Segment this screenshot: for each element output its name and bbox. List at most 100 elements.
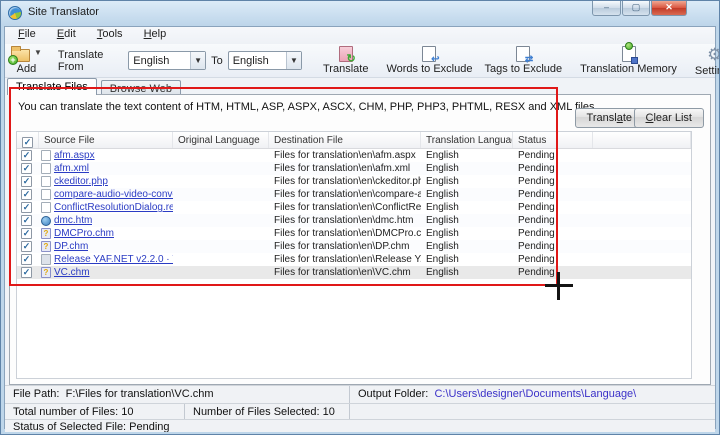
maximize-button[interactable]: ▢ (622, 1, 650, 16)
translation-language-cell: English (421, 266, 513, 279)
translation-memory-button[interactable]: Translation Memory (574, 44, 683, 77)
row-checkbox[interactable]: ✓ (21, 189, 32, 200)
header-status[interactable]: Status (513, 132, 593, 148)
source-file-link[interactable]: ConflictResolutionDialog.resx (54, 201, 173, 214)
status-bar-paths: File Path: F:\Files for translation\VC.c… (5, 385, 715, 403)
translate-from-select[interactable]: English ▼ (128, 51, 206, 70)
clear-list-button[interactable]: Clear List (634, 108, 704, 128)
original-language-cell (173, 253, 269, 266)
row-checkbox[interactable]: ✓ (21, 254, 32, 265)
translate-icon: ↻ (339, 46, 353, 62)
window-title: Site Translator (28, 6, 99, 18)
add-button[interactable]: + ▼ Add (5, 44, 48, 77)
source-file-link[interactable]: afm.xml (54, 162, 89, 175)
tags-to-exclude-button[interactable]: ⇄ Tags to Exclude (478, 44, 568, 77)
tab-translate-files[interactable]: Translate Files (7, 78, 97, 95)
counts-filler-cell (350, 404, 715, 419)
status-cell: Pending (513, 175, 593, 188)
menu-tools[interactable]: Tools (88, 27, 132, 40)
source-file-link[interactable]: afm.aspx (54, 149, 95, 162)
table-row[interactable]: ✓?VC.chmFiles for translation\en\VC.chmE… (17, 266, 691, 279)
source-file-link[interactable]: VC.chm (54, 266, 90, 279)
file-path-label: File Path: (13, 388, 59, 400)
select-all-checkbox[interactable]: ✓ (22, 137, 33, 148)
selected-file-status: Status of Selected File: Pending (5, 420, 715, 432)
translation-memory-label: Translation Memory (580, 63, 677, 75)
table-row[interactable]: ✓?DMCPro.chmFiles for translation\en\DMC… (17, 227, 691, 240)
table-row[interactable]: ✓ afm.xml Files for translation\en\afm.xml… (17, 162, 691, 175)
translation-language-cell: English (421, 188, 513, 201)
menu-file[interactable]: File (9, 27, 45, 40)
destination-file-cell: Files for translation\en\dmc.htm (269, 214, 421, 227)
translate-toolbar-button[interactable]: ↻ Translate (317, 44, 374, 77)
translation-language-cell: English (421, 227, 513, 240)
settings-button[interactable]: ⚙ Settings (689, 44, 720, 77)
menu-help[interactable]: Help (135, 27, 176, 40)
table-row[interactable]: ✓afm.aspxFiles for translation\en\afm.as… (17, 149, 691, 162)
gear-icon: ⚙ (707, 46, 720, 64)
destination-file-cell: Files for translation\en\compare-a... (269, 188, 421, 201)
info-text: You can translate the text content of HT… (18, 101, 598, 113)
output-folder-label: Output Folder: (358, 388, 428, 400)
words-to-exclude-button[interactable]: ↩ Words to Exclude (380, 44, 478, 77)
file-path-cell: File Path: F:\Files for translation\VC.c… (5, 386, 350, 403)
source-file-link[interactable]: Release YAF.NET v2.2.0 · YAFNET... (54, 253, 173, 266)
original-language-cell (173, 227, 269, 240)
header-checkbox-cell[interactable]: ✓ (17, 132, 39, 148)
translate-from-label: Translate From (58, 49, 123, 73)
destination-file-cell: Files for translation\en\afm.xml (269, 162, 421, 175)
original-language-cell (173, 240, 269, 253)
row-checkbox[interactable]: ✓ (21, 176, 32, 187)
source-file-link[interactable]: DP.chm (54, 240, 88, 253)
translation-memory-icon (622, 46, 636, 62)
destination-file-cell: Files for translation\en\Release Y... (269, 253, 421, 266)
menu-bar: File Edit Tools Help (5, 27, 715, 44)
table-row[interactable]: ✓?DP.chmFiles for translation\en\DP.chmE… (17, 240, 691, 253)
table-row[interactable]: ✓ compare-audio-video-converters.as... Fil… (17, 188, 691, 201)
source-file-link[interactable]: dmc.htm (54, 214, 92, 227)
original-language-cell (173, 149, 269, 162)
row-checkbox[interactable]: ✓ (21, 267, 32, 278)
file-type-icon: ? (41, 228, 51, 239)
total-files-cell: Total number of Files: 10 (5, 404, 185, 419)
header-destination-file[interactable]: Destination File (269, 132, 421, 148)
header-translation-language[interactable]: Translation Language (421, 132, 513, 148)
close-button[interactable]: ✕ (651, 1, 687, 16)
menu-edit[interactable]: Edit (48, 27, 85, 40)
original-language-cell (173, 266, 269, 279)
status-bar-counts: Total number of Files: 10 Number of File… (5, 403, 715, 419)
translation-language-cell: English (421, 162, 513, 175)
file-list: ✓ Source File Original Language Destinat… (16, 131, 692, 379)
row-checkbox[interactable]: ✓ (21, 241, 32, 252)
source-file-link[interactable]: DMCPro.chm (54, 227, 114, 240)
translation-language-cell: English (421, 149, 513, 162)
row-checkbox[interactable]: ✓ (21, 202, 32, 213)
words-to-exclude-icon: ↩ (422, 46, 436, 62)
output-folder-cell: Output Folder: C:\Users\designer\Documen… (350, 386, 715, 403)
minimize-button[interactable]: ‒ (592, 1, 621, 16)
tab-browse-web[interactable]: Browse Web (101, 80, 181, 95)
row-checkbox[interactable]: ✓ (21, 150, 32, 161)
title-bar[interactable]: Site Translator ‒ ▢ ✕ (1, 1, 719, 26)
header-original-language[interactable]: Original Language (173, 132, 269, 148)
original-language-cell (173, 214, 269, 227)
row-checkbox[interactable]: ✓ (21, 228, 32, 239)
add-dropdown-caret-icon[interactable]: ▼ (34, 48, 42, 57)
table-row[interactable]: ✓ ConflictResolutionDialog.resx Files for … (17, 201, 691, 214)
translate-to-select[interactable]: English ▼ (228, 51, 302, 70)
status-cell: Pending (513, 149, 593, 162)
table-row[interactable]: ✓ Release YAF.NET v2.2.0 · YAFNET... Files… (17, 253, 691, 266)
add-folder-icon: + (11, 49, 30, 62)
destination-file-cell: Files for translation\en\ConflictRe... (269, 201, 421, 214)
table-row[interactable]: ✓ dmc.htm Files for translation\en\dmc.htm… (17, 214, 691, 227)
table-row[interactable]: ✓ckeditor.phpFiles for translation\en\ck… (17, 175, 691, 188)
translate-to-value: English (229, 55, 286, 67)
row-checkbox[interactable]: ✓ (21, 163, 32, 174)
original-language-cell (173, 175, 269, 188)
source-file-link[interactable]: ckeditor.php (54, 175, 108, 188)
chevron-down-icon[interactable]: ▼ (286, 52, 301, 69)
chevron-down-icon[interactable]: ▼ (190, 52, 205, 69)
header-source-file[interactable]: Source File (39, 132, 173, 148)
row-checkbox[interactable]: ✓ (21, 215, 32, 226)
source-file-link[interactable]: compare-audio-video-converters.as... (54, 188, 173, 201)
